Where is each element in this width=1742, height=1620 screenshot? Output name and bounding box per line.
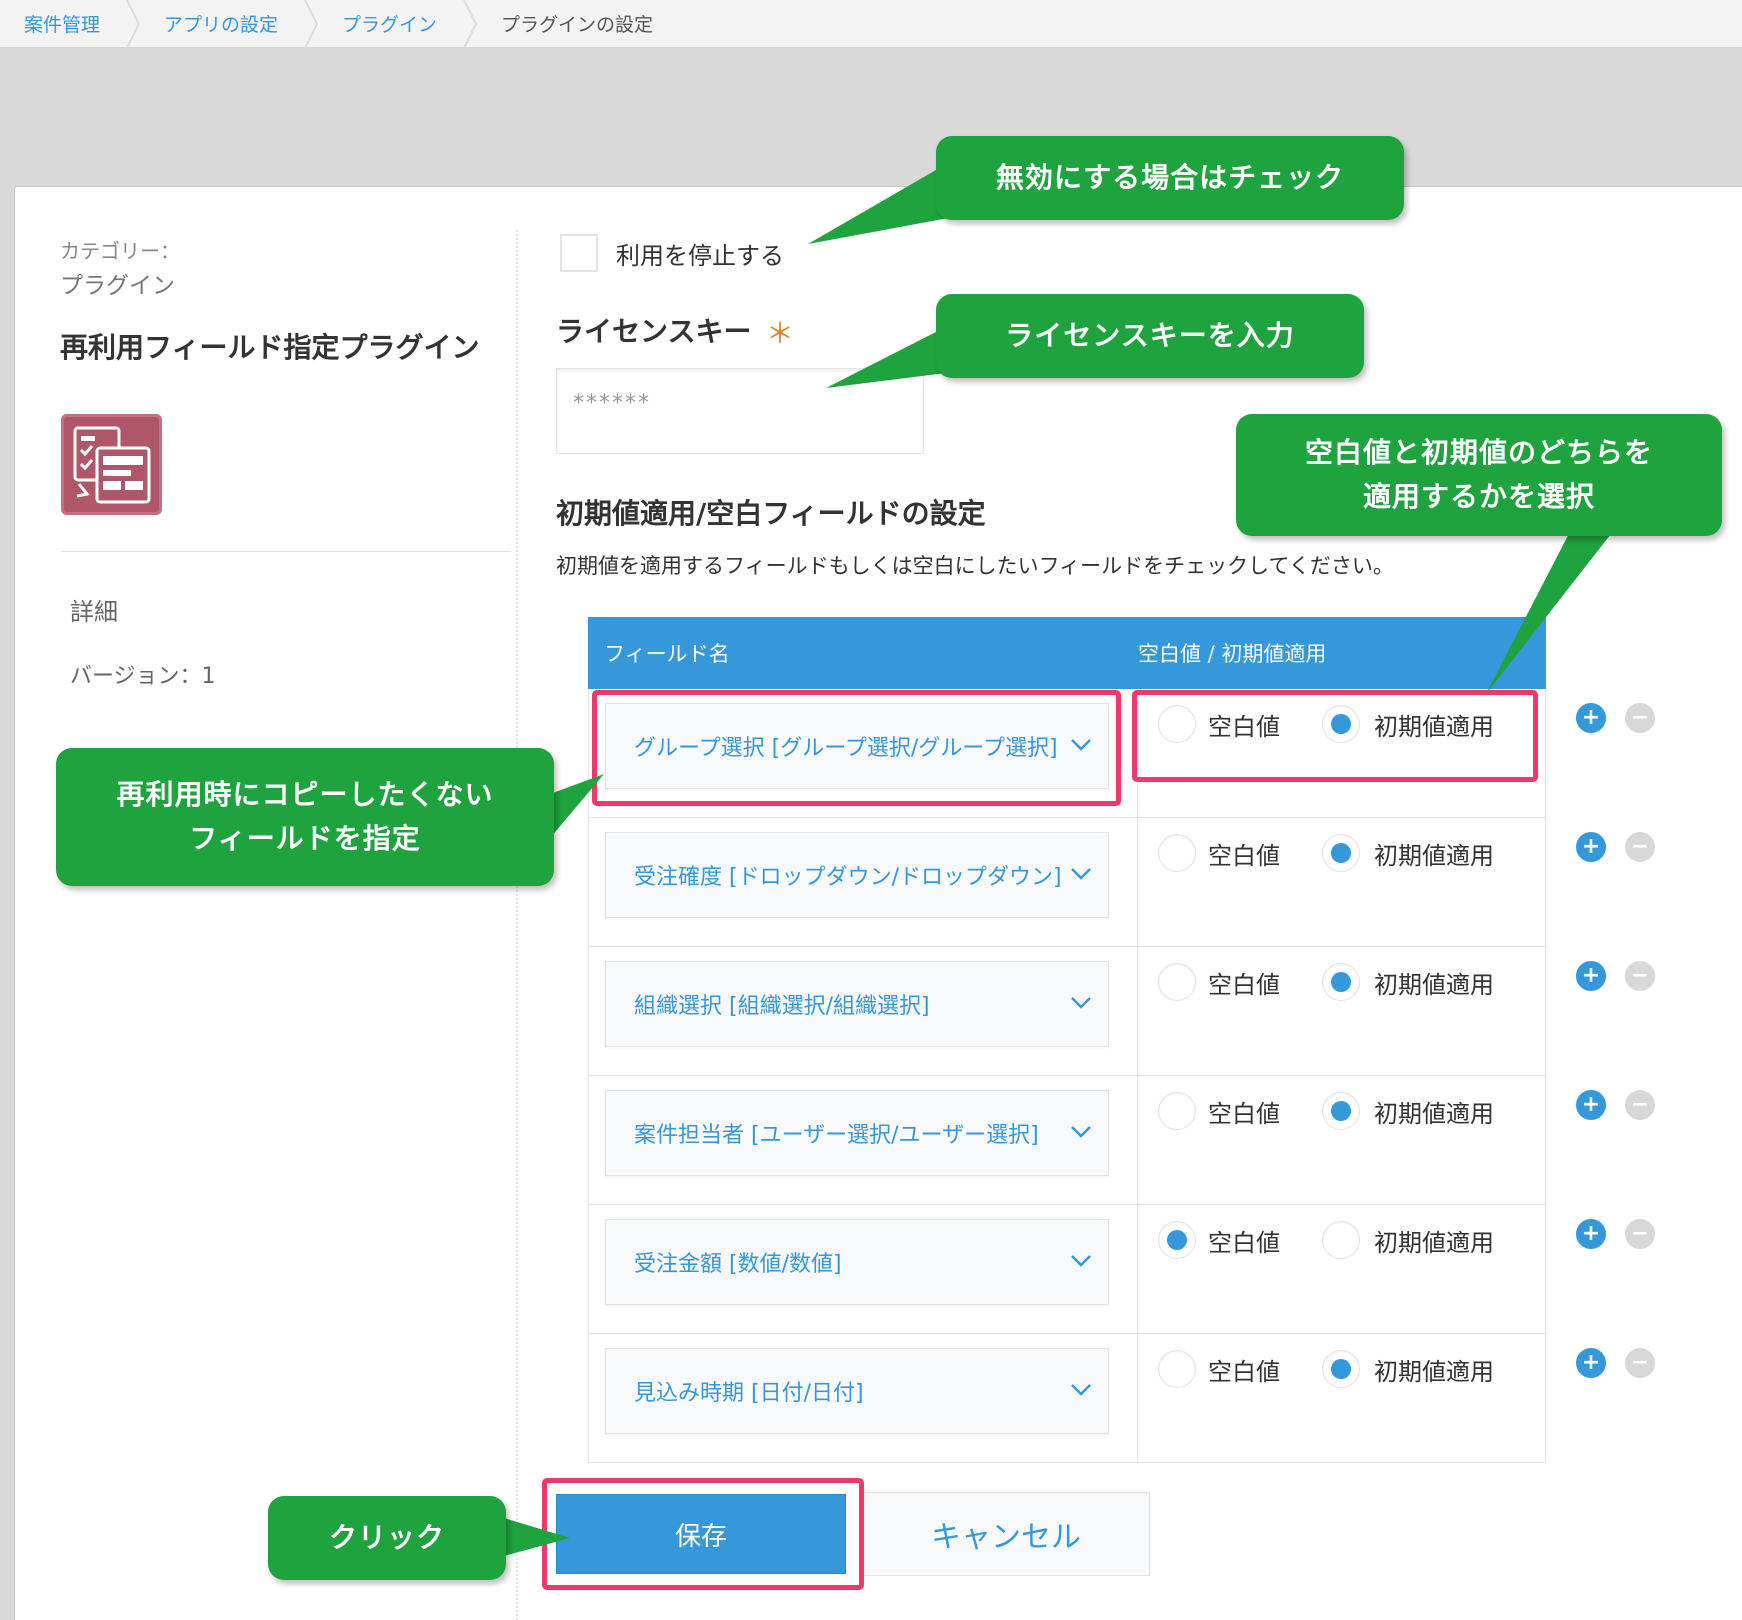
remove-row-button[interactable]: −	[1625, 1348, 1655, 1378]
plus-icon: +	[1581, 1092, 1601, 1117]
add-row-button[interactable]: +	[1576, 832, 1606, 862]
callout-select-mode: 空白値と初期値のどちらを 適用するかを選択	[1236, 414, 1722, 536]
callout-text: ライセンスキーを入力	[1005, 319, 1295, 352]
callout-click: クリック	[268, 1496, 506, 1580]
remove-row-button[interactable]: −	[1625, 1090, 1655, 1120]
callout-text: クリック	[328, 1521, 445, 1554]
callout-text: 適用するかを選択	[1362, 480, 1595, 513]
minus-icon: −	[1630, 963, 1650, 988]
plus-icon: +	[1581, 963, 1601, 988]
callout-license: ライセンスキーを入力	[936, 294, 1364, 378]
add-row-button[interactable]: +	[1576, 1219, 1606, 1249]
callout-text: フィールドを指定	[189, 822, 421, 855]
callout-text: 空白値と初期値のどちらを	[1304, 436, 1653, 469]
minus-icon: −	[1630, 1350, 1650, 1375]
callout-text: 再利用時にコピーしたくない	[116, 778, 494, 811]
remove-row-button[interactable]: −	[1625, 1219, 1655, 1249]
plus-icon: +	[1581, 1350, 1601, 1375]
minus-icon: −	[1630, 834, 1650, 859]
remove-row-button[interactable]: −	[1625, 703, 1655, 733]
callout-disable: 無効にする場合はチェック	[936, 136, 1404, 220]
remove-row-button[interactable]: −	[1625, 961, 1655, 991]
plus-icon: +	[1581, 1221, 1601, 1246]
minus-icon: −	[1630, 1092, 1650, 1117]
callout-no-copy: 再利用時にコピーしたくない フィールドを指定	[56, 748, 554, 886]
plus-icon: +	[1581, 705, 1601, 730]
callout-text: 無効にする場合はチェック	[995, 161, 1345, 194]
add-row-button[interactable]: +	[1576, 1090, 1606, 1120]
add-row-button[interactable]: +	[1576, 1348, 1606, 1378]
minus-icon: −	[1630, 705, 1650, 730]
minus-icon: −	[1630, 1221, 1650, 1246]
remove-row-button[interactable]: −	[1625, 832, 1655, 862]
plus-icon: +	[1581, 834, 1601, 859]
add-row-button[interactable]: +	[1576, 703, 1606, 733]
add-row-button[interactable]: +	[1576, 961, 1606, 991]
